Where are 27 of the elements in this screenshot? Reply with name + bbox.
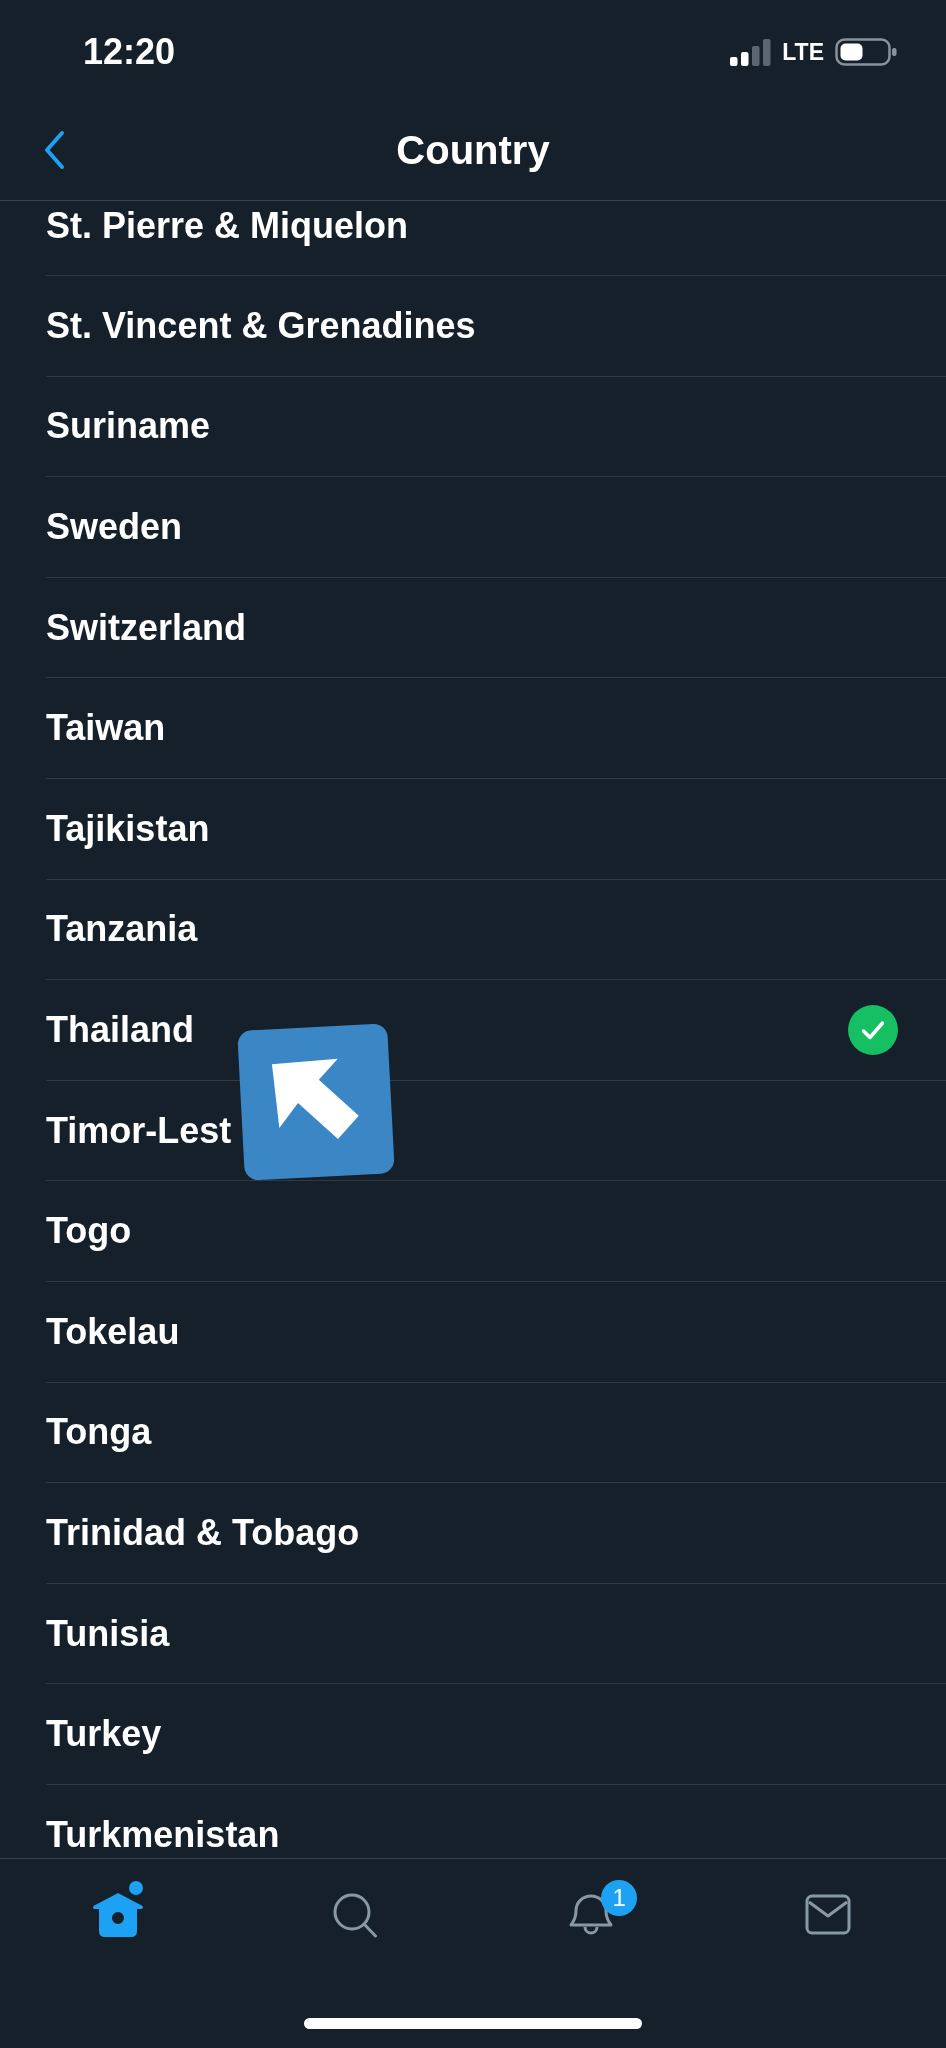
country-row[interactable]: St. Vincent & Grenadines	[46, 276, 946, 377]
country-row[interactable]: Tanzania	[46, 879, 946, 981]
country-row[interactable]: Togo	[46, 1181, 946, 1282]
check-circle-icon	[848, 1004, 898, 1055]
battery-icon	[835, 38, 897, 66]
bell-icon	[568, 1893, 615, 1936]
country-row[interactable]: Tonga	[46, 1382, 946, 1484]
page-title: Country	[396, 127, 550, 174]
country-row[interactable]: Tunisia	[46, 1583, 946, 1685]
country-row[interactable]: St. Pierre & Miquelon	[46, 201, 946, 276]
search-icon	[331, 1891, 378, 1938]
country-row[interactable]: Turkey	[46, 1684, 946, 1785]
notification-badge: 1	[601, 1879, 638, 1916]
country-row[interactable]: Sweden	[46, 477, 946, 578]
country-row[interactable]: Turkmenistan	[46, 1784, 946, 1858]
country-row[interactable]: Tokelau	[46, 1281, 946, 1383]
country-row[interactable]: Taiwan	[46, 678, 946, 779]
country-row[interactable]: Tajikistan	[46, 778, 946, 880]
envelope-icon	[804, 1894, 851, 1935]
signal-icon	[730, 38, 773, 66]
country-row[interactable]: Suriname	[46, 376, 946, 478]
status-time: 12:20	[83, 30, 176, 74]
chevron-left-icon	[42, 130, 66, 170]
country-row[interactable]: Switzerland	[46, 577, 946, 679]
network-type: LTE	[782, 38, 824, 66]
birdhouse-icon	[92, 1891, 145, 1938]
country-row[interactable]: Trinidad & Tobago	[46, 1483, 946, 1584]
